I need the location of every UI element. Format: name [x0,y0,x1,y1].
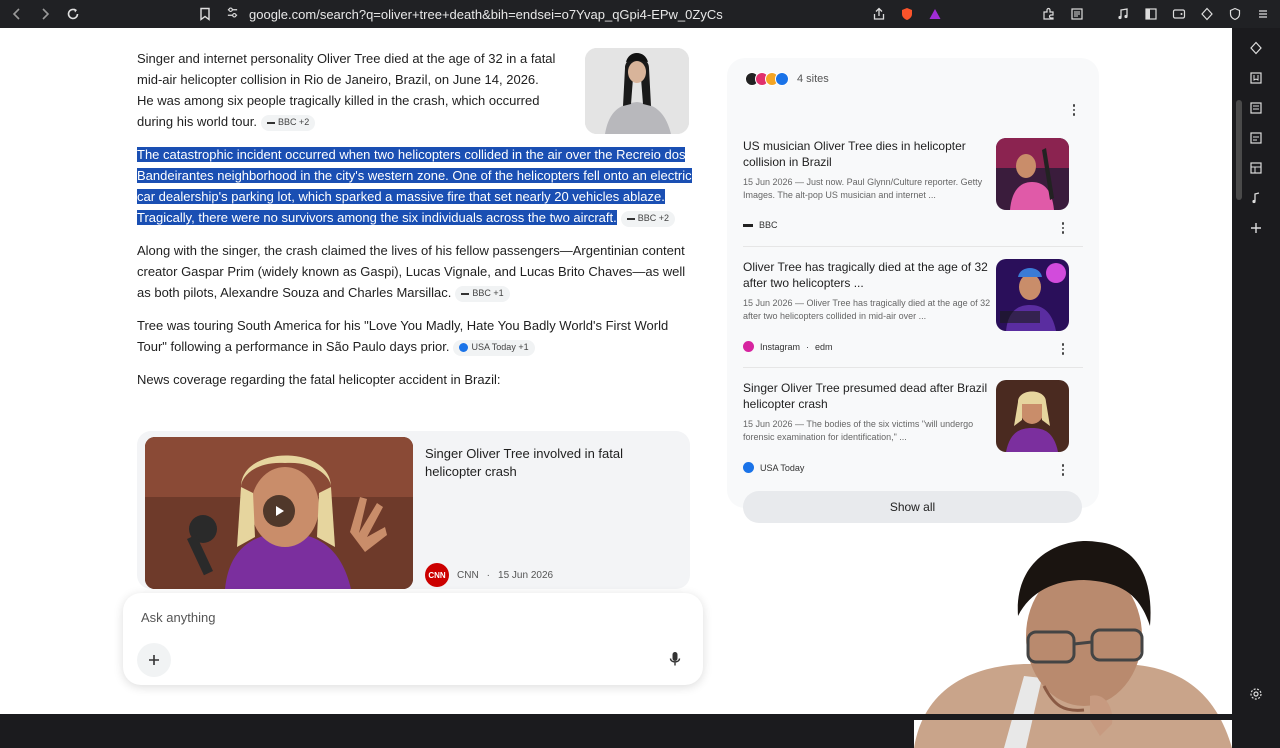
card-more-icon[interactable] [1057,462,1069,478]
share-icon[interactable] [868,3,890,25]
overview-paragraph-2: The catastrophic incident occurred when … [137,144,697,228]
music-icon[interactable] [1112,3,1134,25]
publisher-name: USA Today [760,462,805,473]
oliver-tree-thumbnail[interactable] [585,48,689,134]
music-panel-icon[interactable] [1246,188,1266,208]
vpn-icon[interactable] [1224,3,1246,25]
ask-input[interactable]: Ask anything [141,610,215,625]
bbc-logo-icon [743,223,753,227]
source-title[interactable]: Singer Oliver Tree presumed dead after B… [743,380,993,412]
publisher-name: Instagram [760,341,801,352]
sources-count: 4 sites [797,73,829,85]
overview-paragraph-3: Along with the singer, the crash claimed… [137,240,697,303]
card-more-icon[interactable] [1057,220,1069,236]
overview-paragraph-5: News coverage regarding the fatal helico… [137,372,501,387]
window-bottom-edge [0,714,1232,720]
source-image [996,138,1069,210]
overview-paragraph-4: Tree was touring South America for his "… [137,315,697,357]
site-settings-icon[interactable] [226,6,239,22]
source-card[interactable]: US musician Oliver Tree dies in helicopt… [743,138,1083,248]
source-publisher: USA Today [743,462,804,473]
wallet-icon[interactable] [1168,3,1190,25]
sources-panel: 4 sites US musician Oliver Tree dies in … [727,58,1099,523]
chip-label: BBC +1 [472,288,504,299]
sidebar-toggle-icon[interactable] [1140,3,1162,25]
news-video-card[interactable]: Singer Oliver Tree involved in fatal hel… [137,431,690,589]
back-icon[interactable] [6,3,28,25]
shield-icon[interactable] [896,3,918,25]
sources-header[interactable]: 4 sites [745,72,829,86]
meta-separator: · [806,341,810,352]
divider [743,246,1083,247]
leo-ai-icon[interactable] [1246,38,1266,58]
reload-icon[interactable] [62,3,84,25]
menu-icon[interactable] [1252,3,1274,25]
publisher-name: BBC [759,220,778,230]
video-title[interactable]: Singer Oliver Tree involved in fatal hel… [425,445,665,481]
plus-icon [149,655,159,665]
video-thumbnail[interactable] [145,437,413,589]
divider [743,367,1083,368]
browser-toolbar: google.com/search?q=oliver+tree+death&bi… [0,0,1280,28]
source-chip[interactable]: BBC +2 [620,210,676,227]
page-scrollbar[interactable] [1236,100,1242,200]
source-chip[interactable]: BBC +2 [260,114,316,131]
bookmark-icon[interactable] [194,3,216,25]
add-panel-icon[interactable] [1246,218,1266,238]
publisher-extra: edm [815,341,833,352]
video-date: 15 Jun 2026 [498,569,554,581]
usa-today-logo-icon [743,462,754,473]
address-bar[interactable]: google.com/search?q=oliver+tree+death&bi… [226,3,926,25]
sources-more-icon[interactable] [1068,102,1080,118]
rewards-icon[interactable] [924,3,946,25]
play-icon[interactable] [263,495,295,527]
source-card[interactable]: Oliver Tree has tragically died at the a… [743,259,1083,369]
instagram-logo-icon [743,341,754,352]
reading-list-icon[interactable] [1246,98,1266,118]
cnn-logo-icon: CNN [425,563,449,587]
extensions-icon[interactable] [1038,3,1060,25]
card-more-icon[interactable] [1057,341,1069,357]
video-source: CNN [457,569,479,581]
chip-label: USA Today +1 [471,342,529,353]
add-attachment-button[interactable] [137,643,171,677]
leo-icon[interactable] [1196,3,1218,25]
microphone-button[interactable] [665,649,685,669]
source-chip[interactable]: BBC +1 [455,285,510,302]
source-snippet: 15 Jun 2026 — The bodies of the six vict… [743,419,974,442]
source-card[interactable]: Singer Oliver Tree presumed dead after B… [743,380,1083,490]
source-title[interactable]: US musician Oliver Tree dies in helicopt… [743,138,993,170]
meta-separator: · [486,569,491,581]
source-image [996,259,1069,331]
reader-icon[interactable] [1066,3,1088,25]
chip-label: BBC +2 [277,117,310,128]
forward-icon[interactable] [34,3,56,25]
microphone-icon [669,652,681,666]
source-chip[interactable]: USA Today +1 [453,339,535,356]
source-publisher: BBC [743,220,778,230]
source-snippet: 15 Jun 2026 — Oliver Tree has tragically… [743,298,991,321]
highlighted-text: The catastrophic incident occurred when … [137,147,692,225]
paragraph-text: Along with the singer, the crash claimed… [137,243,686,300]
bookmarks-panel-icon[interactable] [1246,68,1266,88]
chip-label: BBC +2 [637,213,670,224]
paragraph-text: Singer and internet personality Oliver T… [137,51,556,129]
source-title[interactable]: Oliver Tree has tragically died at the a… [743,259,993,291]
video-meta: CNN CNN · 15 Jun 2026 [425,563,553,587]
source-publisher: Instagram · edm [743,341,833,352]
ask-anything-box[interactable]: Ask anything [123,593,703,685]
paragraph-text: Tree was touring South America for his "… [137,318,669,354]
source-snippet: 15 Jun 2026 — Just now. Paul Glynn/Cultu… [743,177,983,200]
search-results-page: Singer and internet personality Oliver T… [0,28,1232,748]
notes-icon[interactable] [1246,158,1266,178]
url-text: google.com/search?q=oliver+tree+death&bi… [249,6,723,22]
history-panel-icon[interactable] [1246,128,1266,148]
settings-icon[interactable] [1246,684,1266,704]
source-image [996,380,1069,452]
source-favicons [745,72,789,86]
overview-paragraph-1: Singer and internet personality Oliver T… [137,48,557,132]
show-all-button[interactable]: Show all [743,491,1082,523]
